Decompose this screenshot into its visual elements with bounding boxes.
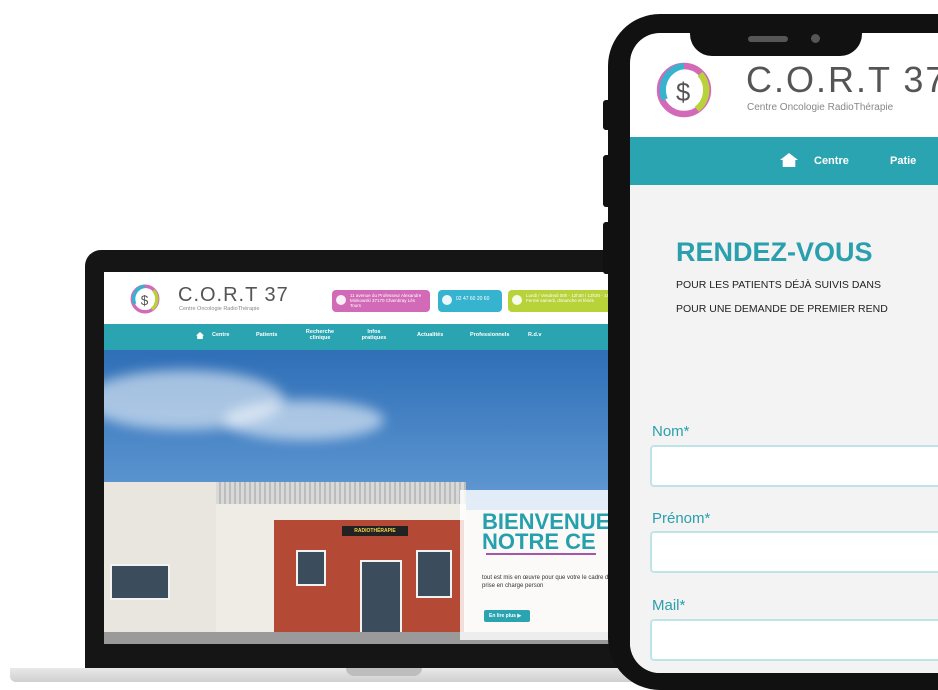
nav-item-infos[interactable]: Infos pratiques <box>356 329 392 341</box>
mail-label: Mail* <box>652 597 686 614</box>
laptop-notch <box>346 668 422 676</box>
site-header: $ C.O.R.T 37 Centre Oncologie RadioThéra… <box>104 272 624 324</box>
laptop-base <box>10 668 640 682</box>
read-more-button[interactable]: En lire plus ▶ <box>484 610 530 622</box>
clock-icon <box>512 295 522 305</box>
svg-text:$: $ <box>676 79 690 107</box>
mail-input[interactable] <box>650 619 938 661</box>
brand-name[interactable]: C.O.R.T 37 <box>746 59 938 101</box>
map-pin-icon <box>336 295 346 305</box>
welcome-panel: BIENVENUE NOTRE CE tout est mis en œuvre… <box>460 490 624 640</box>
welcome-title: BIENVENUE NOTRE CE <box>482 509 611 554</box>
home-icon[interactable] <box>780 153 798 167</box>
phone-card[interactable]: 02 47 60 20 60 <box>438 290 502 312</box>
brand-tagline: Centre Oncologie RadioThérapie <box>747 102 894 113</box>
intro-line: POUR LES PATIENTS DÉJÀ SUIVIS DANS <box>676 279 881 291</box>
hours-card[interactable]: Lundi / Vendredi 08h - 12h30 / 13h30 - 1… <box>508 290 624 312</box>
nav-item-actualites[interactable]: Actualités <box>417 332 443 338</box>
phone-icon <box>442 295 452 305</box>
window <box>416 550 452 598</box>
nav-item-centre[interactable]: Centre <box>814 155 849 167</box>
hours-text: Lundi / Vendredi 08h - 12h30 / 13h30 - 1… <box>526 293 617 303</box>
nav-item-rdv[interactable]: R.d.v <box>528 332 541 338</box>
laptop-screen: $ C.O.R.T 37 Centre Oncologie RadioThéra… <box>104 272 624 644</box>
cort-logo-icon[interactable]: $ <box>652 58 716 122</box>
nav-item-patients[interactable]: Patients <box>256 332 277 338</box>
nav-item-centre[interactable]: Centre <box>212 332 229 338</box>
building-left <box>104 482 216 644</box>
nav-item-professionnels[interactable]: Professionnels <box>470 332 509 338</box>
brand-name[interactable]: C.O.R.T 37 <box>178 284 289 307</box>
phone-screen: $ C.O.R.T 37 Centre Oncologie RadioThéra… <box>630 33 938 673</box>
address-card[interactable]: 11 avenue du Professeur Alexandre Minkow… <box>332 290 430 312</box>
play-arrow-icon: ▶ <box>517 613 522 619</box>
prenom-label: Prénom* <box>652 510 711 527</box>
intro-line: POUR UNE DEMANDE DE PREMIER REND <box>676 303 888 315</box>
main-nav: Centre Patients Recherche clinique Infos… <box>104 324 624 350</box>
brand-tagline: Centre Oncologie RadioThérapie <box>179 306 260 312</box>
building-red-facade <box>274 520 464 644</box>
rdv-page: RENDEZ-VOUS POUR LES PATIENTS DÉJÀ SUIVI… <box>630 185 938 673</box>
nav-item-patients[interactable]: Patie <box>890 155 916 167</box>
nom-label: Nom* <box>652 423 690 440</box>
read-more-label: En lire plus <box>489 613 516 619</box>
phone-text: 02 47 60 20 60 <box>456 296 490 302</box>
nav-item-recherche[interactable]: Recherche clinique <box>300 329 340 341</box>
radiotherapie-sign: RADIOTHÉRAPIE <box>342 526 408 536</box>
prenom-input[interactable] <box>650 531 938 573</box>
cort-logo-icon[interactable]: $ <box>128 282 162 316</box>
title-underline <box>486 553 596 555</box>
nom-input[interactable] <box>650 445 938 487</box>
cloud <box>224 400 384 440</box>
phone-volume-down <box>603 222 611 274</box>
hero-banner: RADIOTHÉRAPIE BIENVENUE NOTRE CE tout es… <box>104 350 624 644</box>
phone-volume-up <box>603 155 611 207</box>
phone-side-button <box>603 100 611 130</box>
mobile-nav: Centre Patie <box>630 137 938 185</box>
building-canopy <box>216 482 466 504</box>
page-title: RENDEZ-VOUS <box>676 237 873 267</box>
home-icon[interactable] <box>196 332 204 339</box>
phone-speaker <box>748 36 788 42</box>
phone-camera <box>811 34 820 43</box>
window <box>110 564 170 600</box>
window <box>296 550 326 586</box>
address-text: 11 avenue du Professeur Alexandre Minkow… <box>350 293 422 308</box>
svg-text:$: $ <box>141 293 149 308</box>
welcome-intro: tout est mis en œuvre pour que votre le … <box>482 575 620 589</box>
